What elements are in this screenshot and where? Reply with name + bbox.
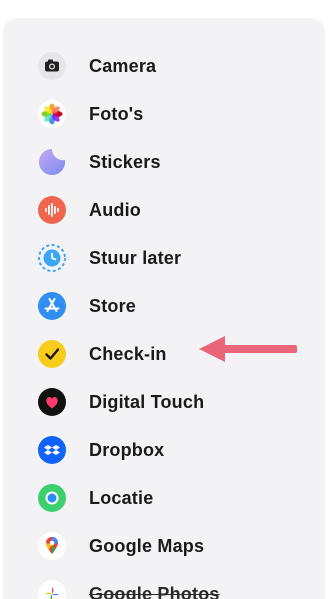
dropbox-icon (37, 435, 67, 465)
menu-item-dropbox[interactable]: Dropbox (3, 428, 325, 472)
send-later-icon (37, 243, 67, 273)
photos-icon (37, 99, 67, 129)
menu-item-label: Stuur later (89, 247, 182, 268)
menu-item-label: Google Maps (89, 535, 205, 556)
audio-icon (37, 195, 67, 225)
menu-item-send-later[interactable]: Stuur later (3, 236, 325, 280)
menu-item-photos[interactable]: Foto's (3, 92, 325, 136)
menu-item-label: Check-in (89, 343, 167, 364)
menu-item-label: Camera (89, 55, 157, 76)
menu-item-google-photos[interactable]: Google Photos (3, 572, 325, 599)
menu-item-google-maps[interactable]: Google Maps (3, 524, 325, 568)
menu-item-label: Store (89, 295, 137, 316)
menu-item-label: Audio (89, 199, 141, 220)
menu-item-digital-touch[interactable]: Digital Touch (3, 380, 325, 424)
menu-item-stickers[interactable]: Stickers (3, 140, 325, 184)
menu-item-label: Digital Touch (89, 391, 205, 412)
check-in-icon (37, 339, 67, 369)
digital-touch-icon (37, 387, 67, 417)
location-icon (37, 483, 67, 513)
menu-item-label: Google Photos (89, 583, 220, 599)
menu-item-label: Locatie (89, 487, 154, 508)
menu-item-location[interactable]: Locatie (3, 476, 325, 520)
menu-item-camera[interactable]: Camera (3, 44, 325, 88)
apps-panel: Camera Foto's Stickers Audio Stuur later… (3, 18, 325, 599)
camera-icon (37, 51, 67, 81)
menu-item-label: Dropbox (89, 439, 165, 460)
stickers-icon (37, 147, 67, 177)
menu-item-label: Foto's (89, 103, 144, 124)
menu-item-store[interactable]: Store (3, 284, 325, 328)
app-store-icon (37, 291, 67, 321)
menu-item-label: Stickers (89, 151, 161, 172)
google-photos-icon (37, 579, 67, 599)
google-maps-icon (37, 531, 67, 561)
menu-item-audio[interactable]: Audio (3, 188, 325, 232)
annotation-arrow (199, 336, 297, 362)
